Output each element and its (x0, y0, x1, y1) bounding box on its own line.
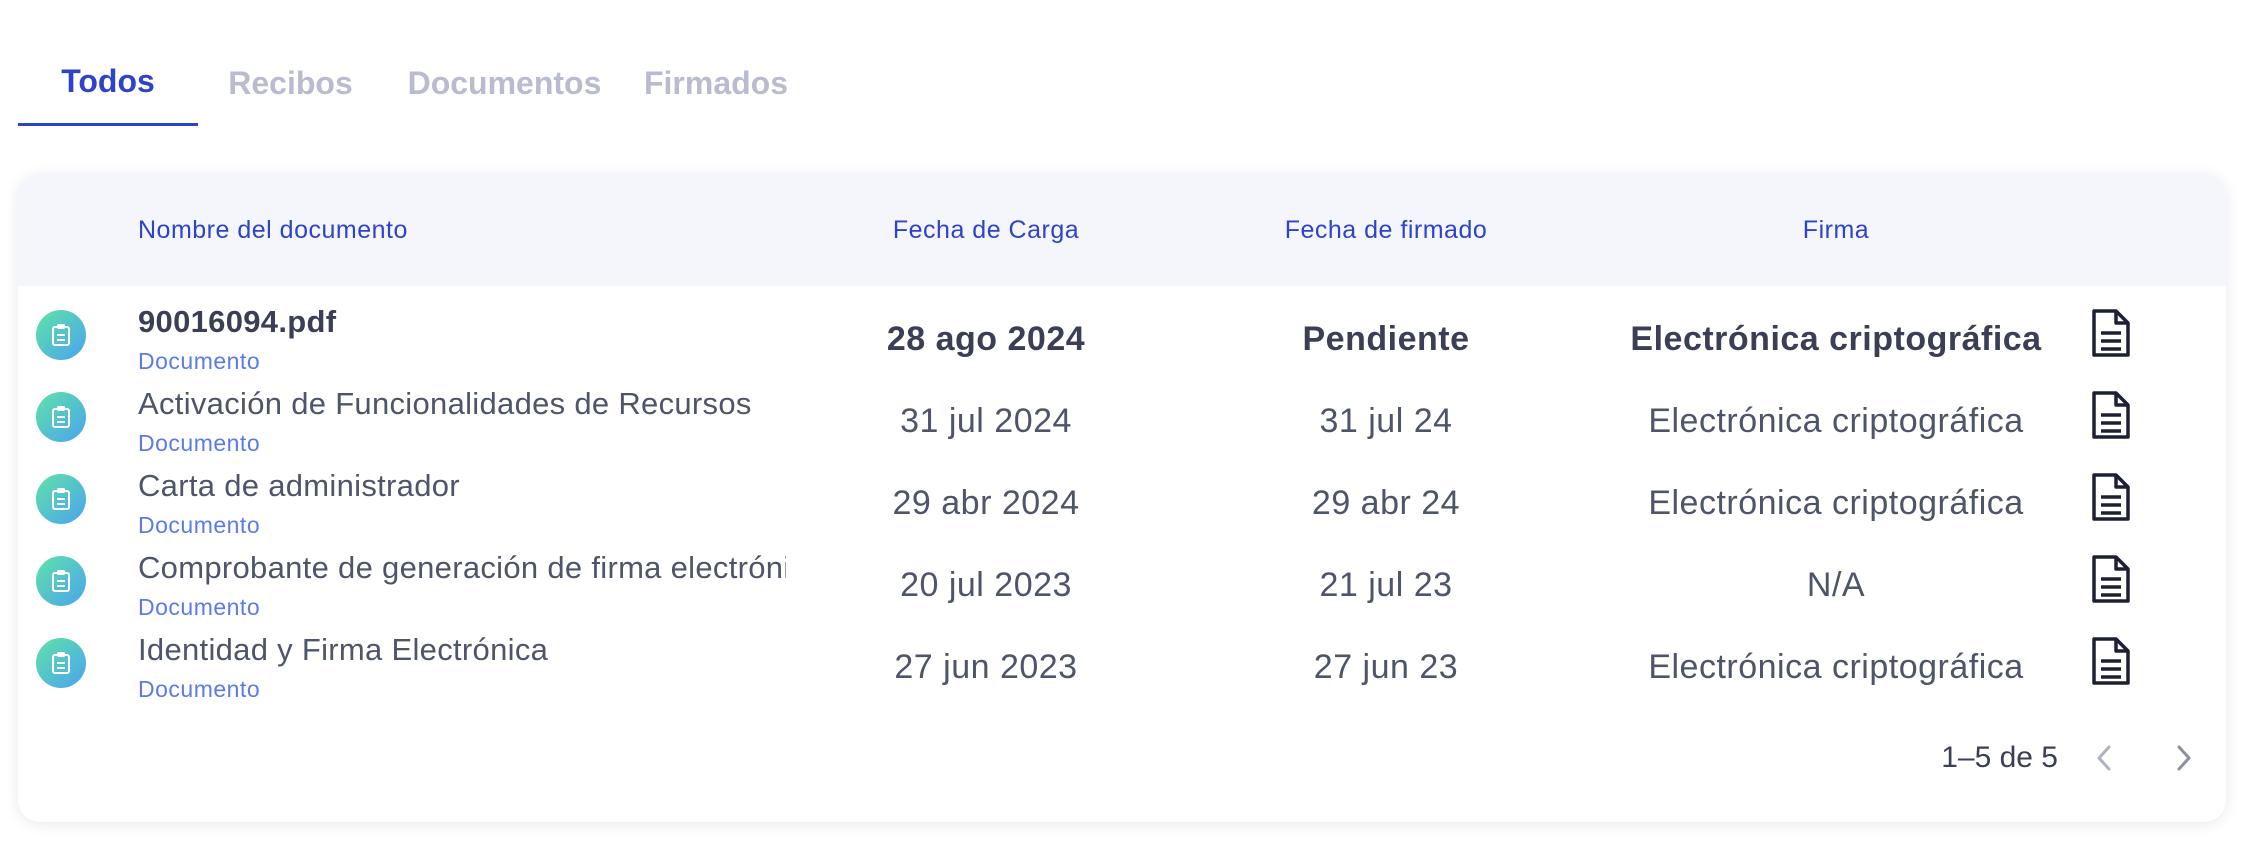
tab-recibos[interactable]: Recibos (198, 40, 383, 126)
upload-date: 31 jul 2024 (900, 402, 1072, 440)
clipboard-icon (36, 556, 86, 606)
document-type: Documento (138, 594, 261, 620)
column-header-signed-date[interactable]: Fecha de firmado (1186, 174, 1586, 286)
clipboard-icon (36, 392, 86, 442)
tab-documentos[interactable]: Documentos (383, 40, 626, 126)
document-type: Documento (138, 430, 261, 456)
signed-date: 27 jun 23 (1313, 648, 1459, 686)
tab-bar: Todos Recibos Documentos Firmados (18, 40, 806, 128)
upload-date: 29 abr 2024 (892, 484, 1080, 522)
document-name[interactable]: Comprobante de generación de firma elect… (138, 550, 786, 586)
chevron-right-icon[interactable] (2162, 736, 2206, 780)
signature-type: Electrónica criptográfica (1648, 648, 2024, 686)
clipboard-icon (36, 474, 86, 524)
tab-todos[interactable]: Todos (18, 40, 198, 126)
upload-date: 27 jun 2023 (894, 648, 1078, 686)
document-icon[interactable] (2088, 308, 2134, 358)
document-icon[interactable] (2088, 472, 2134, 522)
signed-date: 31 jul 24 (1319, 402, 1453, 440)
signed-date: 21 jul 23 (1319, 566, 1453, 604)
document-type: Documento (138, 512, 261, 538)
upload-date: 28 ago 2024 (886, 320, 1086, 358)
document-icon[interactable] (2088, 554, 2134, 604)
signature-type: Electrónica criptográfica (1648, 484, 2024, 522)
table-row[interactable]: Carta de administrador Documento 29 abr … (18, 462, 2226, 544)
table-row[interactable]: Activación de Funcionalidades de Recurso… (18, 380, 2226, 462)
document-name[interactable]: Activación de Funcionalidades de Recurso… (138, 386, 786, 422)
signed-date: 29 abr 24 (1311, 484, 1461, 522)
document-name[interactable]: Carta de administrador (138, 468, 786, 504)
document-icon[interactable] (2088, 636, 2134, 686)
column-header-signature[interactable]: Firma (1586, 174, 2086, 286)
document-name[interactable]: Identidad y Firma Electrónica (138, 632, 786, 668)
table-row[interactable]: Identidad y Firma Electrónica Documento … (18, 626, 2226, 708)
document-icon[interactable] (2088, 390, 2134, 440)
signed-date: Pendiente (1302, 320, 1470, 358)
upload-date: 20 jul 2023 (900, 566, 1072, 604)
document-name[interactable]: 90016094.pdf (138, 304, 786, 340)
table-header: Nombre del documento Fecha de Carga Fech… (18, 174, 2226, 286)
column-header-name[interactable]: Nombre del documento (138, 174, 408, 286)
table-row[interactable]: Comprobante de generación de firma elect… (18, 544, 2226, 626)
document-type: Documento (138, 348, 261, 374)
clipboard-icon (36, 638, 86, 688)
document-type: Documento (138, 676, 261, 702)
chevron-left-icon[interactable] (2082, 736, 2126, 780)
pagination-range: 1–5 de 5 (1941, 741, 2058, 774)
clipboard-icon (36, 310, 86, 360)
signature-type: N/A (1806, 566, 1866, 604)
signature-type: Electrónica criptográfica (1630, 320, 2042, 358)
documents-table-card: Nombre del documento Fecha de Carga Fech… (18, 174, 2226, 822)
tab-firmados[interactable]: Firmados (626, 40, 806, 126)
signature-type: Electrónica criptográfica (1648, 402, 2024, 440)
table-row[interactable]: 90016094.pdf Documento 28 ago 2024 Pendi… (18, 298, 2226, 380)
column-header-upload-date[interactable]: Fecha de Carga (786, 174, 1186, 286)
